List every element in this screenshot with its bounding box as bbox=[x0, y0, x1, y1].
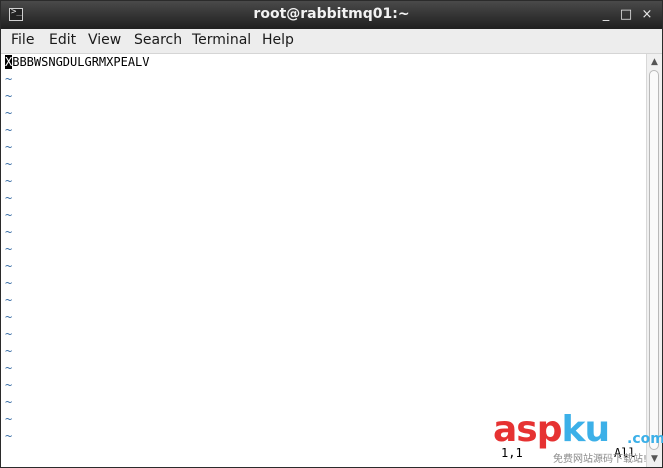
menu-search[interactable]: Search bbox=[134, 32, 182, 48]
menu-help[interactable]: Help bbox=[262, 32, 294, 48]
empty-line-marker: ~ bbox=[5, 140, 13, 154]
line-1-text: BBBWSNGDULGRMXPEALV bbox=[12, 55, 150, 69]
terminal-window: >_ root@rabbitmq01:~ _ □ × File Edit Vie… bbox=[0, 0, 663, 468]
empty-line-marker: ~ bbox=[5, 259, 13, 273]
empty-line-marker: ~ bbox=[5, 106, 13, 120]
terminal-editor-area[interactable]: XBBBWSNGDULGRMXPEALV ~ ~ ~ ~ ~ ~ ~ ~ ~ ~… bbox=[1, 54, 646, 467]
empty-line-marker: ~ bbox=[5, 395, 13, 409]
empty-line-marker: ~ bbox=[5, 72, 13, 86]
empty-line-marker: ~ bbox=[5, 293, 13, 307]
menu-bar: File Edit View Search Terminal Help bbox=[1, 29, 662, 54]
menu-edit[interactable]: Edit bbox=[49, 32, 76, 48]
empty-line-marker: ~ bbox=[5, 344, 13, 358]
empty-line-marker: ~ bbox=[5, 378, 13, 392]
empty-line-marker: ~ bbox=[5, 191, 13, 205]
scroll-down-arrow-icon[interactable]: ▼ bbox=[648, 452, 661, 466]
empty-line-marker: ~ bbox=[5, 327, 13, 341]
empty-line-marker: ~ bbox=[5, 89, 13, 103]
empty-line-marker: ~ bbox=[5, 174, 13, 188]
editor-line-1: XBBBWSNGDULGRMXPEALV bbox=[5, 54, 150, 71]
empty-line-marker: ~ bbox=[5, 361, 13, 375]
empty-line-marker: ~ bbox=[5, 242, 13, 256]
vertical-scrollbar[interactable]: ▲ ▼ bbox=[646, 54, 662, 467]
title-bar[interactable]: >_ root@rabbitmq01:~ _ □ × bbox=[1, 1, 662, 29]
cursor-position-status: 1,1 bbox=[501, 446, 523, 460]
maximize-button[interactable]: □ bbox=[617, 6, 635, 24]
empty-line-marker: ~ bbox=[5, 429, 13, 443]
empty-line-marker: ~ bbox=[5, 157, 13, 171]
menu-terminal[interactable]: Terminal bbox=[192, 32, 251, 48]
empty-line-marker: ~ bbox=[5, 123, 13, 137]
empty-line-marker: ~ bbox=[5, 412, 13, 426]
empty-line-marker: ~ bbox=[5, 225, 13, 239]
close-button[interactable]: × bbox=[638, 6, 656, 24]
menu-file[interactable]: File bbox=[11, 32, 34, 48]
scroll-scope-status: All bbox=[614, 446, 636, 460]
empty-line-marker: ~ bbox=[5, 208, 13, 222]
empty-line-marker: ~ bbox=[5, 310, 13, 324]
empty-line-marker: ~ bbox=[5, 276, 13, 290]
scroll-up-arrow-icon[interactable]: ▲ bbox=[648, 55, 661, 69]
scrollbar-thumb[interactable] bbox=[649, 70, 659, 450]
window-title: root@rabbitmq01:~ bbox=[253, 6, 410, 22]
menu-view[interactable]: View bbox=[88, 32, 121, 48]
minimize-button[interactable]: _ bbox=[597, 6, 615, 24]
